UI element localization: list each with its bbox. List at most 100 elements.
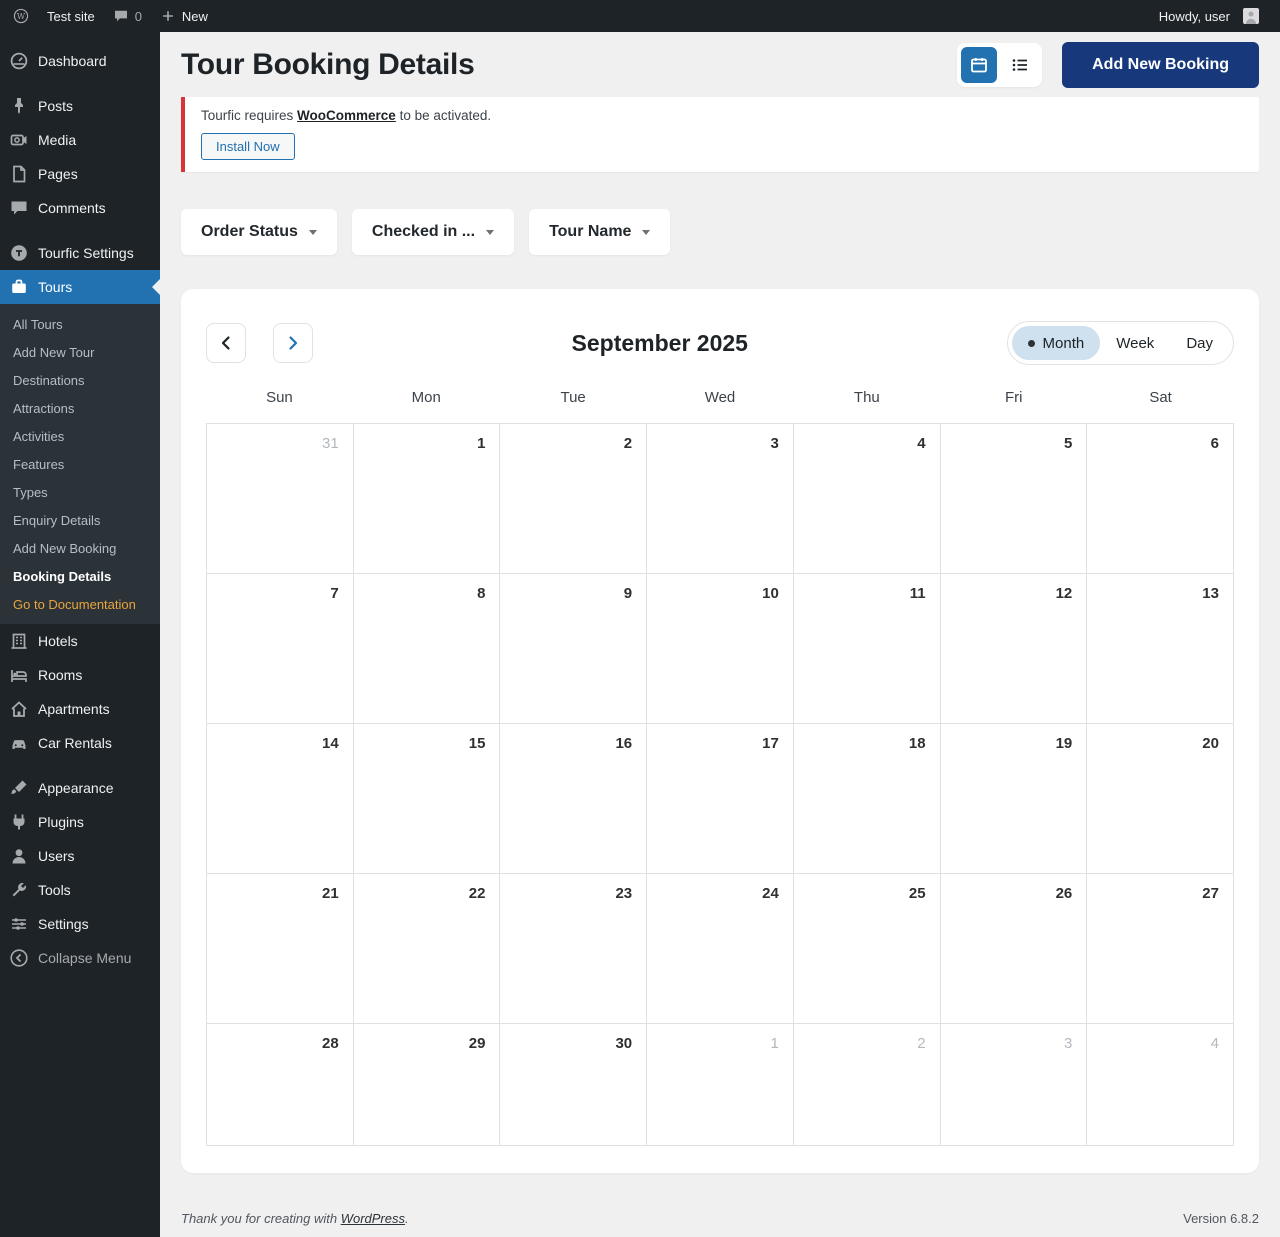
sidebar-item-plugins[interactable]: Plugins <box>0 805 160 839</box>
tours-submenu: All Tours Add New Tour Destinations Attract… <box>0 304 160 624</box>
calendar-day-cell[interactable]: 13 <box>1087 574 1234 724</box>
calendar-day-cell[interactable]: 8 <box>353 574 501 724</box>
calendar-day-cell[interactable]: 2 <box>793 1024 941 1146</box>
day-number: 4 <box>917 435 926 452</box>
list-view-button[interactable] <box>1002 47 1038 83</box>
submenu-item-activities[interactable]: Activities <box>0 422 160 450</box>
calendar-day-cell[interactable]: 14 <box>207 724 354 874</box>
sidebar-item-tools[interactable]: Tools <box>0 873 160 907</box>
calendar-day-cell[interactable]: 25 <box>793 874 941 1024</box>
admin-bar: W Test site 0 New Howdy, user <box>0 0 1280 32</box>
calendar-day-cell[interactable]: 16 <box>500 724 648 874</box>
sidebar-item-media[interactable]: Media <box>0 123 160 157</box>
calendar-day-cell[interactable]: 29 <box>353 1024 501 1146</box>
install-now-button[interactable]: Install Now <box>201 133 295 160</box>
submenu-item-attractions[interactable]: Attractions <box>0 394 160 422</box>
comments-link[interactable]: 0 <box>104 0 151 32</box>
sidebar-item-users[interactable]: Users <box>0 839 160 873</box>
wordpress-logo-menu[interactable]: W <box>4 0 38 32</box>
submenu-item-go-to-documentation[interactable]: Go to Documentation <box>0 590 160 618</box>
calendar-day-cell[interactable]: 10 <box>647 574 794 724</box>
calendar-view-button[interactable] <box>961 47 998 83</box>
day-number: 20 <box>1202 735 1219 752</box>
submenu-item-all-tours[interactable]: All Tours <box>0 310 160 338</box>
day-number: 19 <box>1055 735 1073 752</box>
new-content-link[interactable]: New <box>151 0 217 32</box>
next-month-button[interactable] <box>273 323 313 363</box>
calendar-day-cell[interactable]: 17 <box>647 724 794 874</box>
calendar-day-cell[interactable]: 28 <box>207 1024 354 1146</box>
sidebar-item-settings[interactable]: Settings <box>0 907 160 941</box>
filter-order-status-dropdown[interactable]: Order Status <box>181 209 337 255</box>
calendar-day-cell[interactable]: 24 <box>647 874 794 1024</box>
view-day-button[interactable]: Day <box>1170 326 1229 360</box>
tourfic-settings-icon <box>9 243 29 263</box>
day-header-fri: Fri <box>1004 389 1023 406</box>
wordpress-link[interactable]: WordPress <box>341 1211 405 1226</box>
filter-tour-name-dropdown[interactable]: Tour Name <box>529 209 671 255</box>
site-name-link[interactable]: Test site <box>38 0 104 32</box>
calendar-day-cell[interactable]: 22 <box>353 874 501 1024</box>
sidebar-item-appearance[interactable]: Appearance <box>0 771 160 805</box>
sidebar-item-tourfic-settings[interactable]: Tourfic Settings <box>0 236 160 270</box>
calendar-day-cell[interactable]: 19 <box>940 724 1088 874</box>
calendar-day-cell[interactable]: 4 <box>1087 1024 1234 1146</box>
account-menu[interactable]: Howdy, user <box>1150 0 1268 32</box>
add-new-booking-button[interactable]: Add New Booking <box>1062 42 1259 88</box>
calendar-day-cell[interactable]: 27 <box>1087 874 1234 1024</box>
sidebar-item-rooms[interactable]: Rooms <box>0 658 160 692</box>
howdy-label: Howdy, user <box>1158 8 1230 24</box>
calendar-day-cell[interactable]: 2 <box>500 424 648 574</box>
calendar-day-cell[interactable]: 3 <box>647 424 794 574</box>
submenu-item-booking-details[interactable]: Booking Details <box>0 562 160 590</box>
calendar-day-cell[interactable]: 3 <box>940 1024 1088 1146</box>
submenu-item-features[interactable]: Features <box>0 450 160 478</box>
sidebar-item-car-rentals[interactable]: Car Rentals <box>0 726 160 760</box>
sidebar-item-apartments[interactable]: Apartments <box>0 692 160 726</box>
calendar-day-cell[interactable]: 7 <box>207 574 354 724</box>
sidebar-item-comments[interactable]: Comments <box>0 191 160 225</box>
submenu-item-add-new-tour[interactable]: Add New Tour <box>0 338 160 366</box>
day-number: 2 <box>623 435 633 452</box>
menu-separator <box>0 78 160 89</box>
day-header-thu: Thu <box>853 389 880 406</box>
calendar-day-cell[interactable]: 11 <box>793 574 941 724</box>
sidebar-item-pages[interactable]: Pages <box>0 157 160 191</box>
calendar-day-cell[interactable]: 23 <box>500 874 648 1024</box>
filter-checked-in-dropdown[interactable]: Checked in ... <box>351 209 515 255</box>
day-number: 1 <box>477 435 486 452</box>
calendar-day-cell[interactable]: 18 <box>793 724 941 874</box>
calendar-day-cell[interactable]: 12 <box>940 574 1088 724</box>
calendar-day-cell[interactable]: 21 <box>207 874 354 1024</box>
submenu-item-enquiry-details[interactable]: Enquiry Details <box>0 506 160 534</box>
submenu-item-add-new-booking[interactable]: Add New Booking <box>0 534 160 562</box>
submenu-item-destinations[interactable]: Destinations <box>0 366 160 394</box>
calendar-title: September 2025 <box>571 329 748 356</box>
calendar-day-cell[interactable]: 31 <box>207 424 354 574</box>
calendar-day-cell[interactable]: 30 <box>500 1024 648 1146</box>
view-month-button[interactable]: Month <box>1011 326 1101 360</box>
calendar-day-cell[interactable]: 9 <box>500 574 648 724</box>
submenu-item-types[interactable]: Types <box>0 478 160 506</box>
calendar-day-cell[interactable]: 6 <box>1087 424 1234 574</box>
day-number: 10 <box>762 585 779 602</box>
calendar-day-cell[interactable]: 4 <box>793 424 941 574</box>
calendar-day-cell[interactable]: 1 <box>353 424 501 574</box>
calendar-day-cell[interactable]: 5 <box>940 424 1088 574</box>
calendar-day-cell[interactable]: 1 <box>647 1024 794 1146</box>
sidebar-item-posts[interactable]: Posts <box>0 89 160 123</box>
sidebar-item-dashboard[interactable]: Dashboard <box>0 44 160 78</box>
prev-month-button[interactable] <box>206 323 246 363</box>
sidebar-item-tours[interactable]: Tours <box>0 270 160 304</box>
view-week-button[interactable]: Week <box>1100 326 1170 360</box>
avatar <box>1243 8 1259 24</box>
sidebar-item-hotels[interactable]: Hotels <box>0 624 160 658</box>
site-name-label: Test site <box>47 8 95 24</box>
day-number: 16 <box>615 735 633 752</box>
calendar-day-cell[interactable]: 15 <box>353 724 501 874</box>
tours-icon <box>9 277 29 297</box>
calendar-day-cell[interactable]: 20 <box>1087 724 1234 874</box>
calendar-day-cell[interactable]: 26 <box>940 874 1088 1024</box>
woocommerce-link[interactable]: WooCommerce <box>297 108 396 123</box>
collapse-menu-button[interactable]: Collapse Menu <box>0 941 160 975</box>
